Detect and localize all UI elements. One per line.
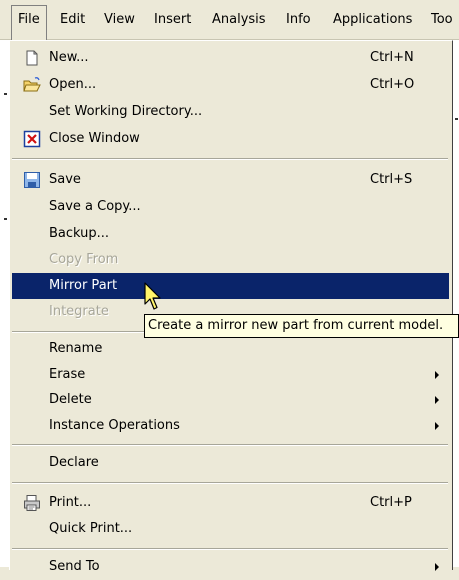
menu-item-label: Close Window — [49, 131, 140, 146]
menu-analysis[interactable]: Analysis — [206, 6, 272, 34]
printer-icon — [24, 495, 40, 511]
menu-item-close-window[interactable]: Close Window — [10, 126, 450, 152]
close-window-icon — [23, 130, 41, 148]
menu-item-instance-operations[interactable]: Instance Operations — [10, 413, 450, 439]
background-mark — [4, 93, 7, 95]
background-mark — [4, 218, 7, 220]
menu-item-label: Integrate — [49, 304, 109, 319]
file-menu-dropdown: New... Ctrl+N Open... Ctrl+O Set Working… — [9, 40, 453, 574]
menu-item-shortcut: Ctrl+N — [370, 50, 414, 65]
menu-separator — [12, 158, 448, 160]
submenu-arrow-icon — [435, 371, 439, 379]
menu-item-save-a-copy[interactable]: Save a Copy... — [10, 194, 450, 220]
mouse-pointer-icon — [144, 282, 161, 310]
menu-tools[interactable]: Too — [425, 6, 459, 34]
menu-item-label: Erase — [49, 367, 86, 382]
menu-item-declare[interactable]: Declare — [10, 450, 450, 476]
menu-item-set-working-directory[interactable]: Set Working Directory... — [10, 99, 450, 125]
menu-item-label: Quick Print... — [49, 521, 133, 536]
open-folder-icon — [23, 77, 41, 92]
menu-item-delete[interactable]: Delete — [10, 387, 450, 413]
new-document-icon — [26, 50, 38, 66]
menu-item-quick-print[interactable]: Quick Print... — [10, 516, 450, 542]
menu-item-label: Print... — [49, 495, 92, 510]
menu-item-shortcut: Ctrl+S — [370, 172, 413, 187]
menu-item-label: Delete — [49, 392, 92, 407]
menu-item-label: Backup... — [49, 226, 110, 241]
submenu-arrow-icon — [435, 422, 439, 430]
menu-item-label: Declare — [49, 455, 99, 470]
background-mark — [455, 118, 458, 120]
menu-separator — [12, 444, 448, 446]
menu-item-mirror-part[interactable]: Mirror Part — [12, 273, 449, 299]
menu-item-shortcut: Ctrl+O — [370, 77, 415, 92]
menu-item-rename[interactable]: Rename — [10, 336, 450, 362]
menu-info[interactable]: Info — [280, 6, 317, 34]
menu-file[interactable]: File — [11, 5, 47, 41]
menu-edit[interactable]: Edit — [54, 6, 91, 34]
menu-item-label: Save — [49, 172, 81, 187]
menu-item-label: New... — [49, 50, 89, 65]
menu-item-erase[interactable]: Erase — [10, 362, 450, 388]
tooltip: Create a mirror new part from current mo… — [144, 314, 459, 338]
menu-item-save[interactable]: Save Ctrl+S — [10, 167, 450, 193]
menu-insert[interactable]: Insert — [148, 6, 197, 34]
menu-item-label: Set Working Directory... — [49, 104, 203, 119]
menu-applications[interactable]: Applications — [327, 6, 418, 34]
menu-separator — [12, 482, 448, 484]
menu-item-label: Open... — [49, 77, 97, 92]
menu-bar: File Edit View Insert Analysis Info Appl… — [0, 0, 459, 41]
menu-item-label: Rename — [49, 341, 103, 356]
menu-item-backup[interactable]: Backup... — [10, 221, 450, 247]
menu-item-open[interactable]: Open... Ctrl+O — [10, 72, 450, 98]
background-window-right — [452, 40, 459, 567]
menu-view[interactable]: View — [98, 6, 141, 34]
submenu-arrow-icon — [435, 396, 439, 404]
menu-item-label: Send To — [49, 559, 100, 574]
menu-item-copy-from: Copy From — [10, 247, 450, 273]
menu-item-label: Instance Operations — [49, 418, 180, 433]
menu-item-label: Save a Copy... — [49, 199, 141, 214]
menu-item-print[interactable]: Print... Ctrl+P — [10, 490, 450, 516]
submenu-arrow-icon — [435, 563, 439, 571]
menu-item-shortcut: Ctrl+P — [370, 495, 412, 510]
menu-item-label: Copy From — [49, 252, 119, 267]
menu-item-label: Mirror Part — [49, 278, 118, 293]
menu-item-new[interactable]: New... Ctrl+N — [10, 45, 450, 71]
save-disk-icon — [24, 172, 40, 188]
menu-item-send-to[interactable]: Send To — [10, 554, 450, 580]
menu-separator — [12, 548, 448, 550]
